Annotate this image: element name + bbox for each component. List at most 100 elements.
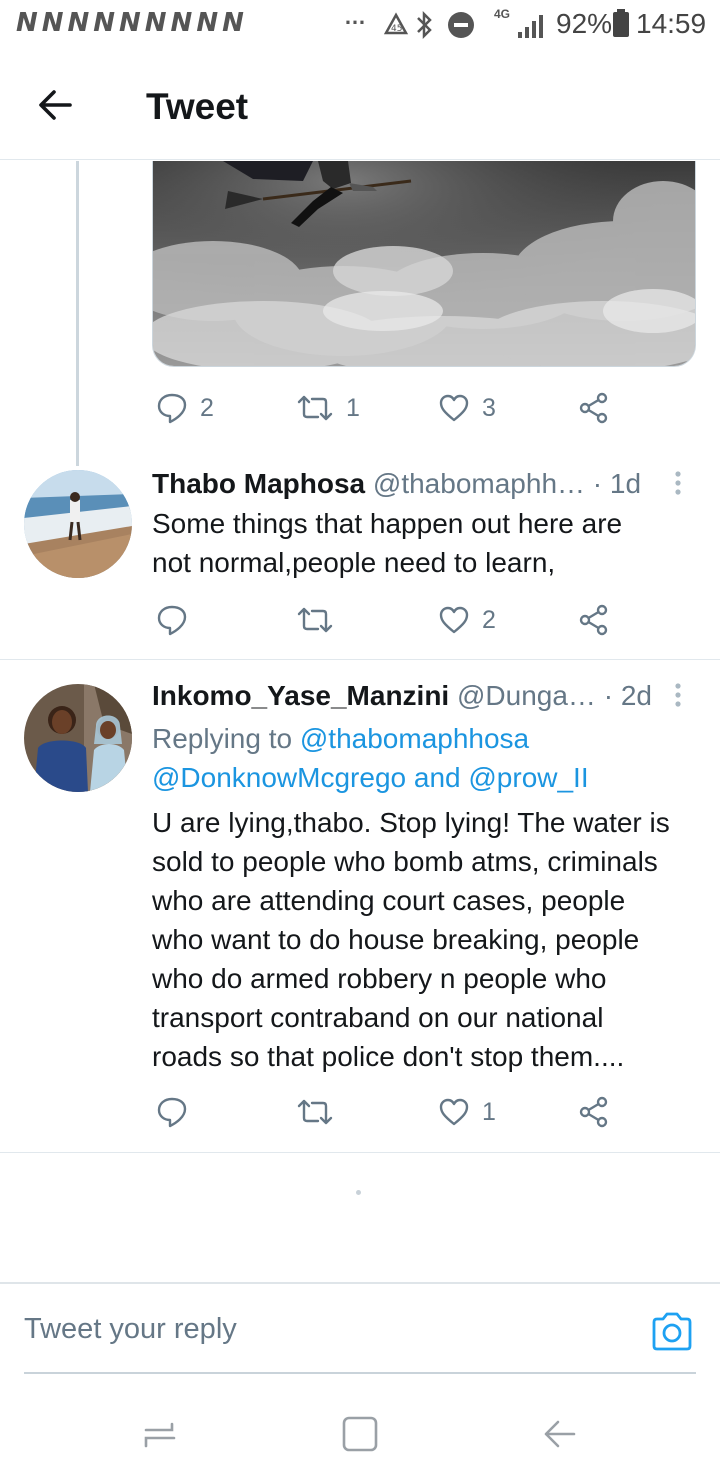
retweet-icon bbox=[297, 1099, 333, 1125]
recycle-icon: 45 bbox=[383, 12, 409, 35]
author-handle[interactable]: @thabomaphh… bbox=[373, 468, 585, 499]
divider bbox=[0, 1152, 720, 1153]
bluetooth-icon bbox=[417, 10, 432, 40]
reply-button[interactable]: 2 bbox=[156, 384, 214, 432]
like-count: 3 bbox=[482, 393, 496, 422]
top-app-bar: Tweet bbox=[0, 54, 720, 160]
tweet-actions: 2 bbox=[152, 596, 632, 644]
recent-apps-button[interactable] bbox=[138, 1412, 182, 1456]
tweet-text-line: U are lying,thabo. Stop lying! The water… bbox=[152, 807, 670, 838]
share-button[interactable] bbox=[578, 1088, 610, 1136]
composer-underline bbox=[24, 1372, 696, 1374]
signal-icon bbox=[518, 15, 543, 38]
retweet-button[interactable] bbox=[296, 596, 346, 644]
clock: 14:59 bbox=[636, 8, 707, 39]
like-button[interactable]: 3 bbox=[438, 384, 496, 432]
reply-button[interactable] bbox=[156, 596, 200, 644]
tweet-timestamp: · 2d bbox=[603, 680, 652, 711]
share-icon bbox=[579, 392, 608, 424]
svg-text:45: 45 bbox=[391, 24, 402, 34]
share-icon bbox=[579, 604, 608, 636]
reply-icon bbox=[157, 1097, 187, 1128]
mention-link[interactable]: @thabomaphhosa bbox=[300, 723, 529, 754]
loading-indicator bbox=[356, 1190, 361, 1195]
heart-icon bbox=[439, 1098, 469, 1126]
more-notifications-indicator: … bbox=[344, 4, 366, 29]
tweet-text: Some things that happen out here are not… bbox=[152, 504, 708, 582]
network-4g-icon: 4G bbox=[494, 7, 511, 21]
home-icon bbox=[342, 1416, 378, 1452]
reply-icon bbox=[157, 393, 187, 424]
like-button[interactable]: 2 bbox=[438, 596, 496, 644]
tweet-actions: 2 1 3 bbox=[152, 384, 632, 432]
notification-icons: NNNNNNNNN bbox=[16, 8, 248, 38]
reply-count: 2 bbox=[200, 393, 214, 422]
system-navigation-bar bbox=[0, 1392, 720, 1480]
replying-to: Replying to @thabomaphhosa @DonknowMcgre… bbox=[152, 719, 708, 797]
page-title: Tweet bbox=[146, 86, 249, 127]
status-bar: NNNNNNNNN … 45 4G 92% 14:59 bbox=[0, 0, 720, 50]
like-button[interactable]: 1 bbox=[438, 1088, 496, 1136]
dnd-icon bbox=[448, 12, 474, 38]
author-name[interactable]: Thabo Maphosa bbox=[152, 468, 365, 499]
tweet-text-line: sold to people who bomb atms, criminals bbox=[152, 846, 658, 877]
retweet-icon bbox=[297, 395, 333, 421]
tweet-timestamp: · 1d bbox=[592, 468, 642, 499]
reply-icon bbox=[157, 605, 187, 636]
more-vertical-icon bbox=[675, 471, 681, 495]
tweet-text-line: who want to do house breaking, people bbox=[152, 924, 640, 955]
avatar-beach-photo bbox=[24, 470, 132, 578]
heart-icon bbox=[439, 394, 469, 422]
camera-icon bbox=[652, 1312, 692, 1351]
tweet-text-line: who are attending court cases, people bbox=[152, 885, 626, 916]
tweet-text-line: roads so that police don't stop them.... bbox=[152, 1041, 625, 1072]
more-options-button[interactable] bbox=[666, 678, 690, 714]
more-options-button[interactable] bbox=[666, 466, 690, 502]
thread-connector-line bbox=[76, 161, 79, 466]
replying-to-label: Replying to bbox=[152, 723, 293, 754]
author-name[interactable]: Inkomo_Yase_Manzini bbox=[152, 680, 449, 711]
share-button[interactable] bbox=[578, 384, 610, 432]
mention-link[interactable]: @DonknowMcgrego bbox=[152, 762, 406, 793]
tweet-header: Thabo Maphosa @thabomaphh… · 1d bbox=[152, 466, 672, 502]
tweet-text-line: who do armed robbery n people who bbox=[152, 963, 607, 994]
share-button[interactable] bbox=[578, 596, 610, 644]
author-handle[interactable]: @Dunga… bbox=[457, 680, 596, 711]
tweet-text-line: transport contraband on our national bbox=[152, 1002, 604, 1033]
avatar-two-people-photo bbox=[24, 684, 132, 792]
like-count: 2 bbox=[482, 605, 496, 634]
retweet-count: 1 bbox=[346, 393, 360, 422]
reply-button[interactable] bbox=[156, 1088, 200, 1136]
mention-link[interactable]: @prow_II bbox=[468, 762, 588, 793]
camera-button[interactable] bbox=[650, 1312, 694, 1352]
tweet-header: Inkomo_Yase_Manzini @Dunga… · 2d bbox=[152, 678, 672, 714]
back-arrow-icon bbox=[544, 1420, 576, 1448]
tweet-item[interactable]: Thabo Maphosa @thabomaphh… · 1d Some thi… bbox=[0, 466, 720, 660]
tweet-media-image[interactable] bbox=[152, 161, 696, 367]
heart-icon bbox=[439, 606, 469, 634]
avatar[interactable] bbox=[24, 470, 132, 578]
avatar[interactable] bbox=[24, 684, 132, 792]
more-vertical-icon bbox=[675, 683, 681, 707]
battery-icon bbox=[613, 9, 629, 37]
reply-composer bbox=[0, 1282, 720, 1374]
recent-apps-icon bbox=[144, 1422, 176, 1448]
tweet-text-line: not normal,people need to learn, bbox=[152, 547, 556, 578]
media-picture bbox=[153, 161, 695, 366]
system-back-button[interactable] bbox=[538, 1412, 582, 1456]
retweet-button[interactable]: 1 bbox=[296, 384, 360, 432]
tweet-text-line: Some things that happen out here are bbox=[152, 508, 623, 539]
mention-and-text: and bbox=[413, 762, 461, 793]
tweet-actions: 1 bbox=[152, 1088, 632, 1136]
home-button[interactable] bbox=[338, 1412, 382, 1456]
share-icon bbox=[579, 1096, 608, 1128]
tweet-item[interactable]: Inkomo_Yase_Manzini @Dunga… · 2d Replyin… bbox=[0, 678, 720, 1152]
battery-percentage: 92% bbox=[556, 8, 613, 39]
back-button[interactable] bbox=[32, 80, 82, 130]
divider bbox=[0, 659, 720, 660]
tweet-text: U are lying,thabo. Stop lying! The water… bbox=[152, 803, 708, 1076]
reply-input[interactable] bbox=[24, 1284, 624, 1374]
arrow-left-icon bbox=[39, 90, 72, 120]
retweet-button[interactable] bbox=[296, 1088, 346, 1136]
retweet-icon bbox=[297, 607, 333, 633]
